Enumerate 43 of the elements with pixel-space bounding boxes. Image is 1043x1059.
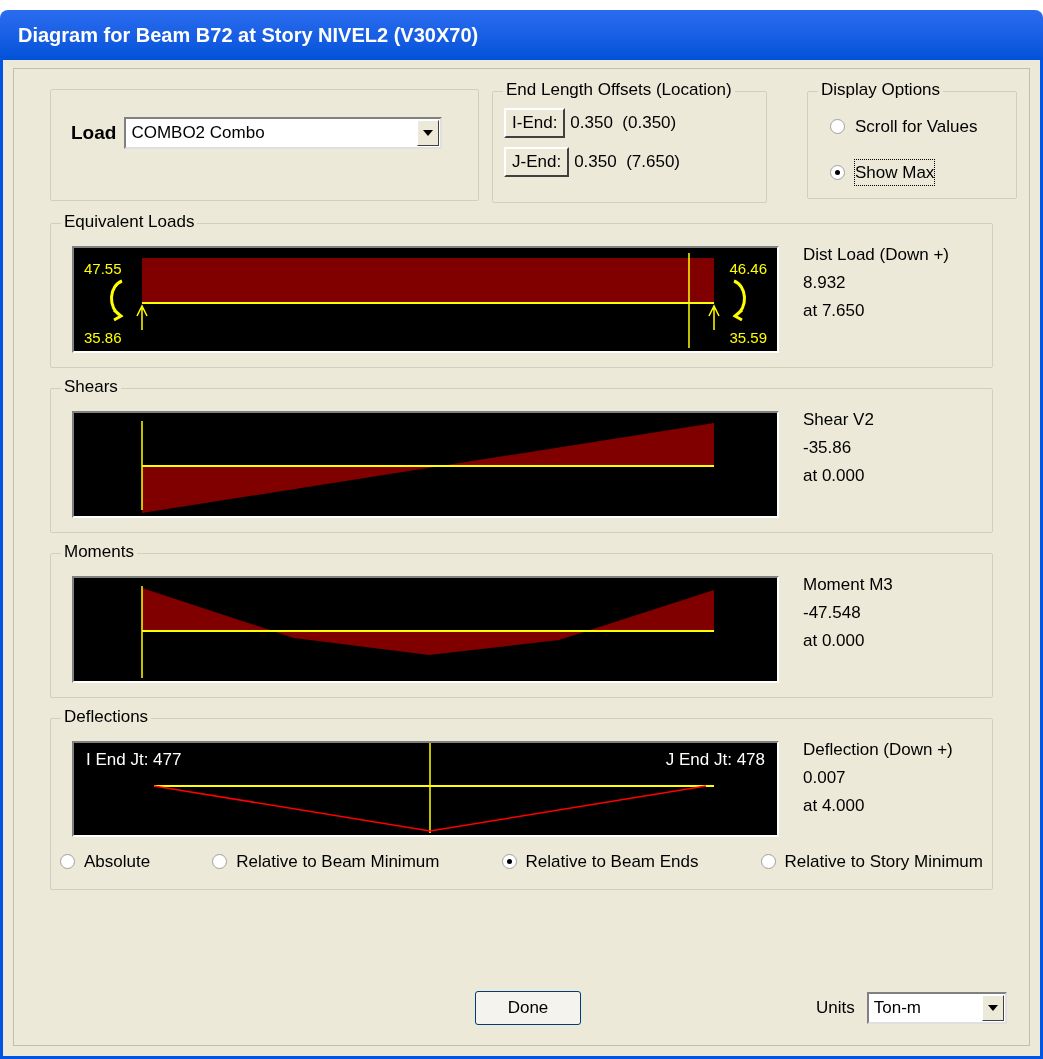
readout-text: Dist Load (Down +): [803, 244, 949, 266]
end-offset-button[interactable]: I-End:: [504, 108, 566, 138]
radio-label[interactable]: Relative to Beam Minimum: [236, 849, 440, 875]
offset-value: 0.350 (0.350): [570, 112, 677, 135]
readout-text: Deflection (Down +): [803, 739, 953, 761]
load-label: Load: [71, 120, 117, 145]
readout-text: Moment M3: [803, 574, 893, 596]
readout-text: at 4.000: [803, 795, 866, 817]
units-dropdown[interactable]: Ton-m: [866, 992, 1007, 1024]
radio-label[interactable]: Relative to Beam Ends: [525, 849, 699, 875]
readout-text: at 0.000: [803, 630, 866, 652]
done-button[interactable]: Done: [475, 991, 581, 1025]
radio-label[interactable]: Absolute: [84, 849, 151, 875]
readout-text: at 0.000: [803, 465, 866, 487]
radio-label[interactable]: Show Max: [855, 159, 935, 185]
radio-button[interactable]: [501, 854, 517, 870]
group-title: End Length Offsets (Location): [503, 80, 735, 100]
radio-button[interactable]: [830, 119, 845, 135]
reaction-value: 35.86: [84, 327, 122, 348]
radio-button[interactable]: [830, 164, 845, 180]
units-label: Units: [816, 997, 855, 1020]
radio-button[interactable]: [760, 854, 776, 870]
moment-value: 47.55: [84, 259, 122, 279]
radio-button[interactable]: [60, 854, 75, 870]
joint-label: J End Jt: 478: [665, 749, 765, 771]
group-title: Display Options: [818, 80, 944, 100]
radio-button[interactable]: [212, 854, 228, 870]
readout-text: 0.007: [803, 767, 847, 789]
readout-text: at 7.650: [803, 300, 866, 322]
load-dropdown[interactable]: COMBO2 Combo: [124, 117, 443, 149]
joint-label: I End Jt: 477: [86, 749, 182, 771]
group-title: Equivalent Loads: [61, 212, 198, 232]
radio-label[interactable]: Relative to Story Minimum: [784, 849, 983, 875]
readout-text: Shear V2: [803, 409, 874, 431]
moment-value: 46.46: [729, 259, 767, 279]
window-title: Diagram for Beam B72 at Story NIVEL2 (V30X70): [18, 23, 479, 48]
reaction-value: 35.59: [729, 327, 767, 348]
offset-value: 0.350 (7.650): [574, 151, 680, 174]
readout-text: -47.548: [803, 602, 862, 624]
readout-text: 8.932: [803, 272, 847, 294]
end-offset-button[interactable]: J-End:: [504, 147, 570, 177]
radio-label[interactable]: Scroll for Values: [855, 114, 978, 140]
readout-text: -35.86: [803, 437, 853, 459]
